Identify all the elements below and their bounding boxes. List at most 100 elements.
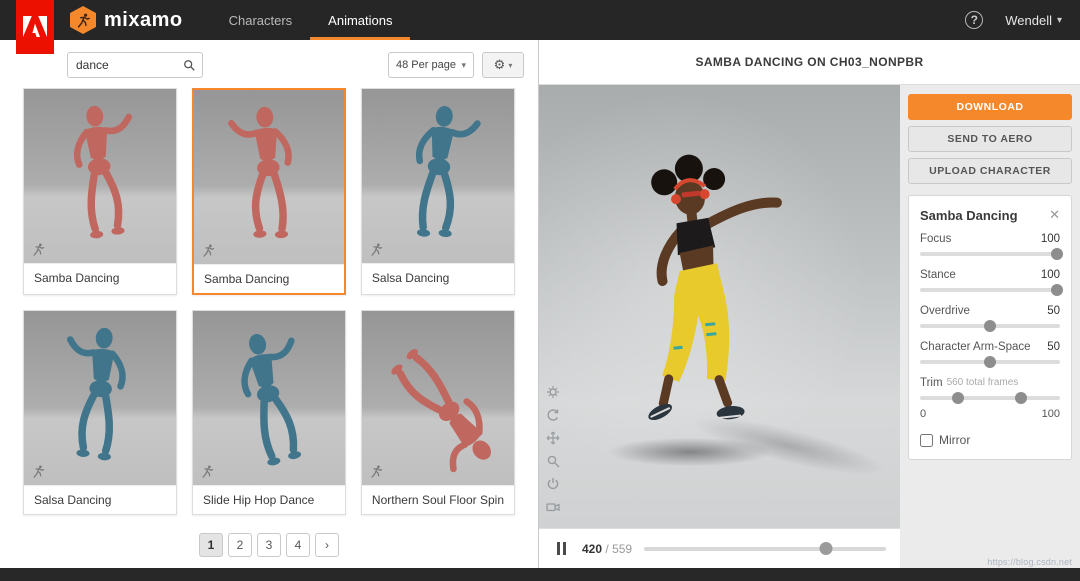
slider-overdrive: Overdrive 50 <box>920 305 1060 328</box>
browser-toolbar: 48 Per page ▾ ⚙ ▾ <box>0 40 538 86</box>
settings-dropdown-button[interactable]: ⚙ ▾ <box>482 52 524 78</box>
animation-title: Salsa Dancing <box>362 263 514 292</box>
brand-name: mixamo <box>104 9 183 32</box>
send-to-aero-button[interactable]: SEND TO AERO <box>908 126 1072 152</box>
trim-start-handle[interactable] <box>952 392 964 404</box>
zoom-icon[interactable] <box>546 454 560 468</box>
animation-title: Slide Hip Hop Dance <box>193 485 345 514</box>
search-box <box>67 52 203 78</box>
page-button-1[interactable]: 1 <box>199 533 223 557</box>
chevron-down-icon: ▾ <box>461 60 466 71</box>
overdrive-slider-handle[interactable] <box>984 320 996 332</box>
user-menu[interactable]: Wendell ▾ <box>1005 13 1062 28</box>
timeline-scrubber[interactable] <box>644 547 886 551</box>
scrubber-handle[interactable] <box>819 542 832 555</box>
animations-browser: 48 Per page ▾ ⚙ ▾ Samba Dancing <box>0 40 539 568</box>
slider-value: 100 <box>1041 269 1060 281</box>
animation-type-icon <box>369 242 384 257</box>
slider-label: Overdrive <box>920 305 970 317</box>
stance-slider-handle[interactable] <box>1051 284 1063 296</box>
pause-button[interactable] <box>553 538 570 559</box>
animation-card[interactable]: Northern Soul Floor Spin <box>361 310 515 515</box>
trim-min: 0 <box>920 408 926 420</box>
upload-character-button[interactable]: UPLOAD CHARACTER <box>908 158 1072 184</box>
overdrive-slider-track[interactable] <box>920 324 1060 328</box>
frame-counter: 420 / 559 <box>582 542 632 556</box>
trim-slider-track[interactable] <box>920 396 1060 400</box>
animation-card[interactable]: Slide Hip Hop Dance <box>192 310 346 515</box>
panel-title: Samba Dancing <box>920 208 1018 223</box>
viewport-3d[interactable] <box>539 85 900 528</box>
animation-type-icon <box>369 464 384 479</box>
download-button[interactable]: DOWNLOAD <box>908 94 1072 120</box>
focus-slider-handle[interactable] <box>1051 248 1063 260</box>
gear-icon: ⚙ <box>494 57 506 73</box>
slider-focus: Focus 100 <box>920 233 1060 256</box>
help-icon[interactable]: ? <box>965 11 983 29</box>
mixamo-logo[interactable]: mixamo <box>70 6 183 34</box>
trim-end-handle[interactable] <box>1015 392 1027 404</box>
animation-card[interactable]: Salsa Dancing <box>23 310 177 515</box>
search-input[interactable] <box>76 58 183 72</box>
mannequin-figure <box>362 316 514 485</box>
slider-value: 50 <box>1047 305 1060 317</box>
pagination: 1 2 3 4 › <box>0 533 538 557</box>
trim-label: Trim <box>920 377 943 389</box>
mirror-checkbox[interactable] <box>920 434 933 447</box>
page-next-button[interactable]: › <box>315 533 339 557</box>
slider-stance: Stance 100 <box>920 269 1060 292</box>
animation-type-icon <box>200 464 215 479</box>
footer-bar <box>0 568 1080 581</box>
animation-thumbnail <box>362 89 514 263</box>
mirror-option: Mirror <box>920 433 1060 447</box>
slider-label: Focus <box>920 233 951 245</box>
animation-card-selected[interactable]: Samba Dancing <box>192 88 346 295</box>
tab-characters[interactable]: Characters <box>211 0 311 40</box>
tab-animations[interactable]: Animations <box>310 0 410 40</box>
user-name: Wendell <box>1005 13 1052 28</box>
trim-total-frames: 560 total frames <box>947 377 1019 389</box>
orbit-icon[interactable] <box>546 408 560 422</box>
animation-type-icon <box>201 243 216 258</box>
mannequin-figure <box>47 320 153 476</box>
top-bar: mixamo Characters Animations ? Wendell ▾ <box>0 0 1080 40</box>
viewer-body: 420 / 559 DOWNLOAD SEND TO AERO UPLOAD C… <box>539 85 1080 568</box>
adobe-a-icon <box>23 16 47 38</box>
topbar-right: ? Wendell ▾ <box>965 11 1080 29</box>
viewer-area: SAMBA DANCING ON CH03_NONPBR <box>539 40 1080 568</box>
page-button-2[interactable]: 2 <box>228 533 252 557</box>
search-icon[interactable] <box>183 59 196 72</box>
main-nav: Characters Animations <box>211 0 411 40</box>
total-frames: 559 <box>612 542 632 556</box>
power-icon[interactable] <box>546 477 560 491</box>
gear-icon[interactable] <box>546 385 560 399</box>
mannequin-figure <box>46 97 155 255</box>
content: 48 Per page ▾ ⚙ ▾ Samba Dancing <box>0 40 1080 568</box>
animation-card[interactable]: Salsa Dancing <box>361 88 515 295</box>
mannequin-figure <box>207 320 332 485</box>
page-button-3[interactable]: 3 <box>257 533 281 557</box>
pan-icon[interactable] <box>546 431 560 445</box>
watermark: https://blog.csdn.net <box>987 557 1072 567</box>
chevron-down-icon: ▾ <box>508 61 512 70</box>
mannequin-figure <box>382 96 493 255</box>
animation-card[interactable]: Samba Dancing <box>23 88 177 295</box>
animation-title: Samba Dancing <box>24 263 176 292</box>
animation-title: Northern Soul Floor Spin <box>362 485 514 514</box>
camera-icon[interactable] <box>546 500 560 514</box>
animation-title: Samba Dancing <box>194 264 344 293</box>
stance-slider-track[interactable] <box>920 288 1060 292</box>
arm-space-slider-handle[interactable] <box>984 356 996 368</box>
page-button-4[interactable]: 4 <box>286 533 310 557</box>
character-model <box>597 143 807 463</box>
slider-label: Character Arm-Space <box>920 341 1031 353</box>
viewport-column: 420 / 559 <box>539 85 900 568</box>
per-page-select[interactable]: 48 Per page ▾ <box>388 52 474 78</box>
animation-type-icon <box>31 242 46 257</box>
animation-grid: Samba Dancing Samba Dancing Salsa Dancin… <box>0 86 538 515</box>
close-icon[interactable]: ✕ <box>1049 207 1060 223</box>
animation-thumbnail <box>194 90 344 264</box>
arm-space-slider-track[interactable] <box>920 360 1060 364</box>
focus-slider-track[interactable] <box>920 252 1060 256</box>
mixamo-app: mixamo Characters Animations ? Wendell ▾ <box>0 0 1080 581</box>
